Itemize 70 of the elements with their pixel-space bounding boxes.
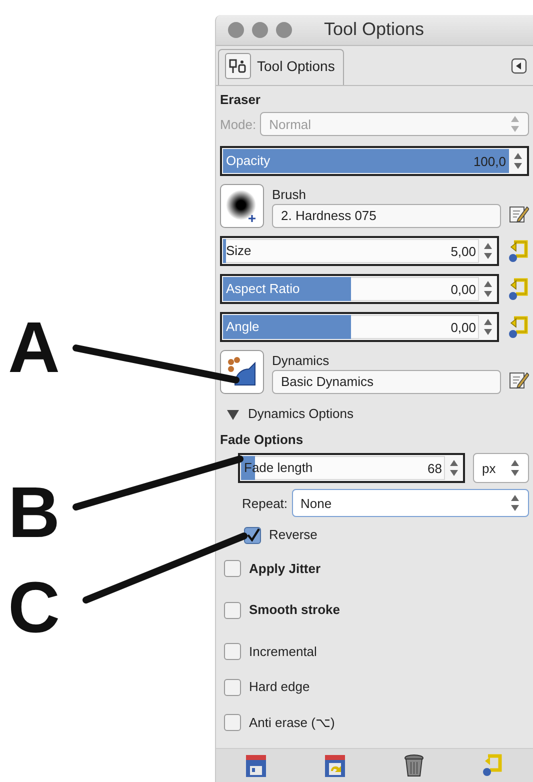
checkbox[interactable] [224, 602, 241, 619]
slider-value: 68 [428, 460, 443, 478]
checkbox-label[interactable]: Hard edge [249, 677, 310, 697]
slider-label: Angle [226, 320, 260, 335]
mode-label: Mode: [220, 116, 256, 134]
tab[interactable]: Tool Options [218, 48, 344, 85]
edit-icon[interactable] [509, 370, 529, 390]
trash-icon[interactable] [402, 752, 426, 779]
panel-menu-icon[interactable] [511, 58, 527, 74]
callout-letter: C [8, 572, 60, 644]
spin-arrows-icon[interactable] [483, 317, 493, 338]
reset-icon[interactable] [507, 277, 529, 302]
brush-icon [225, 189, 259, 224]
repeat-dropdown[interactable]: None [292, 489, 529, 518]
slider-fill[interactable] [223, 149, 509, 174]
checkbox[interactable] [224, 643, 241, 660]
expander-icon[interactable] [226, 407, 240, 422]
slider-label: Aspect Ratio [226, 282, 300, 297]
checkbox[interactable] [224, 678, 241, 696]
checkmark-icon [246, 528, 260, 542]
slider-label: Size [226, 244, 252, 259]
slider[interactable]: Aspect Ratio 0,00 [220, 274, 499, 304]
save-icon[interactable] [244, 752, 268, 779]
callout-letter: A [8, 312, 60, 384]
slider-fill[interactable] [223, 277, 351, 302]
checkbox[interactable] [224, 560, 241, 578]
expander-label[interactable]: Dynamics Options [248, 404, 354, 424]
slider-value: 0,00 [450, 318, 477, 337]
dynamics-button[interactable] [220, 350, 264, 394]
spin-arrows-icon[interactable] [483, 279, 493, 300]
edit-icon[interactable] [509, 204, 529, 224]
tool-options-icon [229, 58, 247, 74]
callout-letter: B [8, 477, 60, 549]
checkbox-label[interactable]: Reverse [269, 525, 318, 545]
spin-arrows-icon[interactable] [513, 151, 523, 172]
slider-fill[interactable] [223, 315, 351, 340]
window-control-button[interactable] [276, 22, 292, 38]
slider-label: Opacity [226, 154, 270, 169]
tool-name: Eraser [220, 90, 262, 109]
text-field[interactable]: Basic Dynamics [272, 370, 501, 394]
spin-arrows-icon[interactable] [510, 458, 520, 478]
slider-value: 100,0 [473, 152, 507, 171]
checkbox[interactable] [224, 714, 241, 732]
reset-icon[interactable] [507, 315, 529, 340]
field-label: Dynamics [272, 352, 330, 370]
slider[interactable]: Angle 0,00 [220, 312, 499, 342]
unit-dropdown[interactable]: px [473, 453, 529, 484]
checkbox[interactable] [244, 526, 261, 544]
slider-value: 5,00 [450, 242, 477, 261]
reset-icon[interactable] [507, 239, 529, 264]
spin-arrows-icon[interactable] [483, 241, 493, 262]
checkbox-label[interactable]: Apply Jitter [249, 558, 321, 578]
section-title: Fade Options [220, 430, 304, 449]
slider-fill[interactable] [223, 239, 226, 264]
brush-preview-button[interactable] [220, 184, 264, 228]
checkbox-label[interactable]: Anti erase (⌥) [249, 712, 335, 732]
checkbox-label[interactable]: Smooth stroke [249, 600, 340, 620]
slider-value: 0,00 [450, 280, 477, 299]
spin-arrows-icon[interactable] [510, 493, 520, 514]
restore-icon[interactable] [322, 752, 347, 779]
spin-arrows-icon[interactable] [449, 458, 459, 478]
slider[interactable]: Size 5,00 [220, 236, 499, 266]
window-control-button[interactable] [252, 22, 268, 38]
window-control-button[interactable] [228, 22, 244, 38]
slider[interactable]: Opacity 100,0 [220, 146, 529, 176]
field-label: Repeat: [242, 494, 288, 513]
checkbox-label[interactable]: Incremental [249, 642, 317, 662]
window-title: Tool Options [324, 18, 424, 42]
field-label: Brush [272, 186, 307, 204]
text-field[interactable]: 2. Hardness 075 [272, 204, 501, 228]
